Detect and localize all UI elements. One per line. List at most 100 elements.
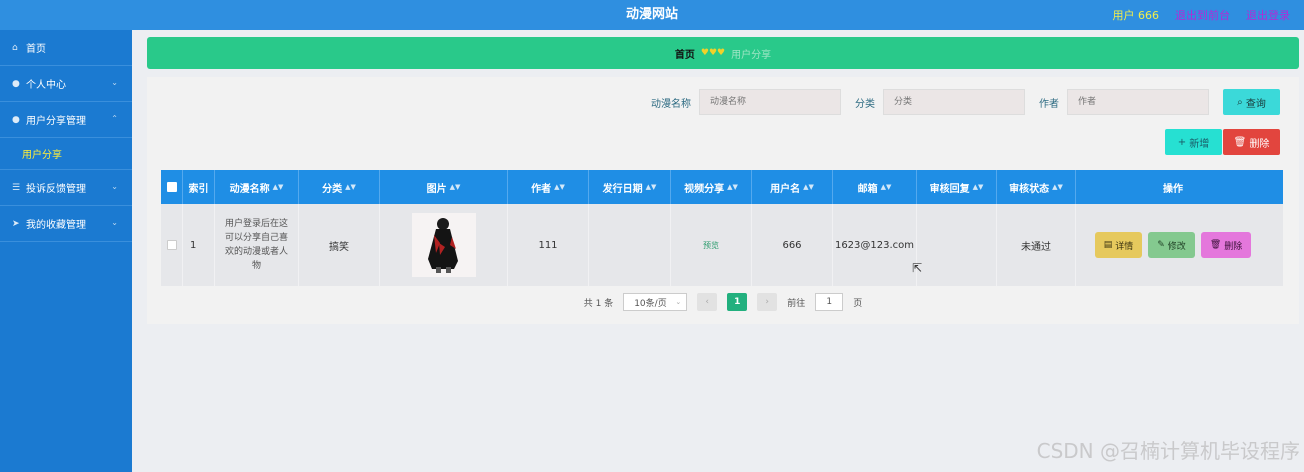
sidebar-item-favorites-management[interactable]: ➤ 我的收藏管理 ⌄ — [0, 206, 132, 242]
sort-icon: ▲▼ — [645, 183, 657, 191]
row-delete-button[interactable]: 🗑 删除 — [1200, 232, 1252, 258]
character-figure-icon — [411, 213, 476, 277]
plus-icon: + — [1177, 136, 1190, 148]
delete-button-label: 删除 — [1249, 138, 1270, 150]
row-checkbox[interactable] — [166, 240, 177, 250]
top-header: 动漫网站 用户 666 退出到前台 退出登录 — [0, 0, 1304, 30]
cell-name: 用户登录后在这可以分享自己喜欢的动漫或者人物 — [215, 204, 299, 286]
breadcrumb-home[interactable]: 首页 — [675, 46, 695, 61]
col-review-reply[interactable]: 审核回复 ▲▼ — [917, 170, 997, 204]
chevron-down-icon: ⌄ — [111, 78, 118, 87]
col-label: 发行日期 — [602, 183, 643, 195]
cell-video: 预览 — [671, 204, 752, 286]
back-to-front-link[interactable]: 退出到前台 — [1175, 7, 1230, 23]
col-username[interactable]: 用户名 ▲▼ — [752, 170, 833, 204]
col-category[interactable]: 分类 ▲▼ — [299, 170, 380, 204]
col-label: 审核状态 — [1009, 183, 1050, 195]
sort-icon: ▲▼ — [727, 183, 738, 191]
page-suffix: 页 — [853, 298, 863, 309]
list-icon: ☰ — [12, 182, 21, 193]
search-form: 动漫名称 分类 作者 ⌕ 查询 — [651, 89, 1280, 115]
add-button-label: 新增 — [1189, 138, 1210, 150]
pencil-icon: ✎ — [1157, 240, 1165, 250]
category-search-input[interactable] — [883, 89, 1025, 115]
col-label: 作者 — [531, 183, 552, 195]
sort-icon: ▲▼ — [345, 183, 356, 191]
video-preview-link[interactable]: 预览 — [703, 240, 719, 251]
sort-icon: ▲▼ — [972, 183, 984, 191]
author-search-input[interactable] — [1067, 89, 1209, 115]
add-button[interactable]: + 新增 — [1165, 129, 1222, 155]
goto-page-input[interactable]: 1 — [815, 293, 844, 311]
sort-icon: ▲▼ — [803, 183, 814, 191]
sidebar-item-share-management[interactable]: ● 用户分享管理 ⌃ — [0, 102, 132, 138]
current-user-label: 用户 666 — [1112, 9, 1160, 22]
col-label: 动漫名称 — [229, 183, 270, 195]
next-page-button[interactable]: › — [757, 293, 778, 311]
batch-delete-button[interactable]: 🗑 删除 — [1223, 129, 1280, 155]
col-name[interactable]: 动漫名称 ▲▼ — [215, 170, 299, 204]
col-index: 索引 — [183, 170, 215, 204]
total-count: 共 1 条 — [583, 298, 614, 309]
site-title: 动漫网站 — [625, 7, 678, 22]
sidebar-item-label: 投诉反馈管理 — [26, 184, 86, 195]
mouse-cursor-icon: ⇱ — [912, 261, 923, 275]
col-release-date[interactable]: 发行日期 ▲▼ — [589, 170, 671, 204]
logout-link[interactable]: 退出登录 — [1246, 7, 1290, 23]
edit-button-label: 修改 — [1167, 241, 1186, 252]
prev-page-button[interactable]: ‹ — [697, 293, 718, 311]
cell-review-status: 未通过 — [997, 204, 1076, 286]
header-actions: 用户 666 退出到前台 退出登录 — [1113, 0, 1291, 30]
sidebar-subitem-user-share[interactable]: 用户分享 — [0, 138, 132, 170]
col-label: 审核回复 — [929, 183, 970, 195]
edit-button[interactable]: ✎ 修改 — [1148, 232, 1195, 258]
col-label: 用户名 — [770, 183, 801, 195]
select-all-checkbox[interactable] — [166, 182, 177, 192]
pin-icon: ● — [12, 114, 20, 125]
cell-image — [380, 204, 508, 286]
sidebar: ⌂ 首页 ● 个人中心 ⌄ ● 用户分享管理 ⌃ 用户分享 ☰ 投诉反馈管理 ⌄… — [0, 30, 132, 472]
detail-button-label: 详情 — [1115, 241, 1134, 252]
col-image[interactable]: 图片 ▲▼ — [380, 170, 508, 204]
sidebar-item-label: 我的收藏管理 — [26, 220, 86, 231]
row-delete-button-label: 删除 — [1224, 241, 1243, 252]
cell-author: 111 — [508, 204, 589, 286]
query-button-label: 查询 — [1245, 98, 1266, 110]
category-label: 分类 — [855, 98, 875, 110]
name-label: 动漫名称 — [651, 98, 691, 110]
col-author[interactable]: 作者 ▲▼ — [508, 170, 589, 204]
col-video[interactable]: 视频分享 ▲▼ — [671, 170, 752, 204]
col-label: 视频分享 — [684, 183, 725, 195]
home-icon: ⌂ — [12, 42, 18, 53]
chevron-down-icon: ⌄ — [111, 218, 118, 227]
search-icon: ⌕ — [1237, 96, 1246, 108]
sort-icon: ▲▼ — [880, 183, 892, 191]
col-email[interactable]: 邮箱 ▲▼ — [833, 170, 917, 204]
name-search-input[interactable] — [699, 89, 841, 115]
cell-release-date — [589, 204, 671, 286]
sort-icon: ▲▼ — [449, 183, 461, 191]
col-review-status[interactable]: 审核状态 ▲▼ — [997, 170, 1076, 204]
content-panel: 动漫名称 分类 作者 ⌕ 查询 + 新增 🗑 删除 索引 动漫名称▲▼ 分类▲▼… — [147, 77, 1299, 324]
row-select-cell — [161, 204, 183, 286]
cell-username: 666 — [752, 204, 833, 286]
sidebar-item-personal-center[interactable]: ● 个人中心 ⌄ — [0, 66, 132, 102]
sidebar-item-label: 首页 — [26, 44, 46, 55]
page-number-button[interactable]: 1 — [727, 293, 748, 311]
page-size-select[interactable]: 10条/页 ⌄ — [623, 293, 688, 311]
col-label: 操作 — [1163, 183, 1183, 195]
sort-icon: ▲▼ — [1052, 183, 1063, 191]
trash-icon: 🗑 — [1209, 240, 1222, 250]
user-icon: ● — [12, 78, 20, 89]
goto-label: 前往 — [787, 298, 806, 309]
breadcrumb-current: 用户分享 — [731, 49, 772, 61]
page-size-value: 10条/页 — [634, 298, 667, 309]
detail-button[interactable]: ▤ 详情 — [1094, 232, 1143, 258]
sidebar-item-home[interactable]: ⌂ 首页 — [0, 30, 132, 66]
cell-category: 搞笑 — [299, 204, 380, 286]
table-row: 1 用户登录后在这可以分享自己喜欢的动漫或者人物 搞笑 111 预览 666 1… — [161, 204, 1283, 286]
anime-character-image[interactable] — [411, 213, 476, 277]
query-button[interactable]: ⌕ 查询 — [1223, 89, 1280, 115]
chevron-down-icon: ⌄ — [675, 298, 682, 306]
sidebar-item-feedback-management[interactable]: ☰ 投诉反馈管理 ⌄ — [0, 170, 132, 206]
